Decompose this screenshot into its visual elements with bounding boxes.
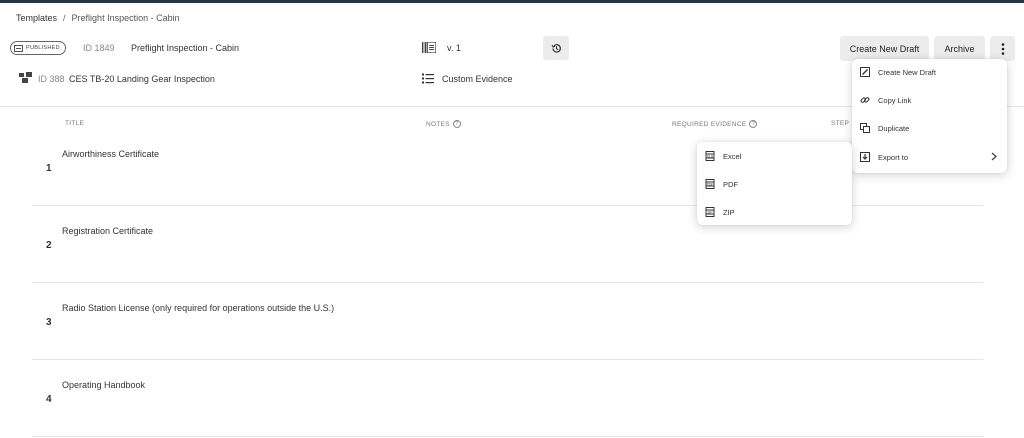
breadcrumb-current: Preflight Inspection - Cabin (71, 13, 180, 23)
help-icon[interactable]: ? (749, 120, 758, 128)
column-header-notes-label: NOTES (426, 120, 450, 128)
duplicate-icon (860, 123, 870, 133)
more-vertical-icon (1001, 42, 1004, 55)
table-row[interactable]: 4 Operating Handbook (32, 360, 983, 437)
column-header-title-label: TITLE (65, 120, 85, 127)
menu-item-pdf[interactable]: PDF PDF (697, 171, 852, 197)
history-icon (551, 43, 561, 53)
menu-item-label: PDF (723, 179, 738, 189)
excel-file-icon: XLS (705, 151, 715, 161)
svg-text:XLS: XLS (707, 154, 714, 158)
template-name: Preflight Inspection - Cabin (131, 43, 240, 53)
version-label: v. 1 (447, 43, 461, 53)
more-options-menu: Create New Draft Copy Link Duplicate Exp… (852, 59, 1007, 173)
edit-icon (860, 67, 870, 77)
list-icon (422, 73, 434, 84)
breadcrumb: Templates / Preflight Inspection - Cabin (16, 13, 180, 23)
template-id: ID 1849 (83, 43, 115, 53)
aircraft-name[interactable]: CES TB-20 Landing Gear Inspection (69, 74, 215, 84)
menu-item-zip[interactable]: ZIP ZIP (697, 199, 852, 225)
column-header-required-evidence-label: REQUIRED EVIDENCE (672, 120, 747, 128)
breadcrumb-separator: / (63, 13, 66, 23)
history-button[interactable] (543, 36, 569, 60)
menu-item-create-draft[interactable]: Create New Draft (852, 59, 1007, 85)
menu-item-label: Copy Link (878, 95, 912, 105)
help-icon[interactable]: ? (452, 120, 461, 128)
menu-item-label: Duplicate (878, 123, 910, 133)
column-header-step-label: STEP (831, 120, 850, 127)
aircraft-icon (19, 72, 32, 83)
menu-item-copy-link[interactable]: Copy Link (852, 87, 1007, 113)
menu-item-duplicate[interactable]: Duplicate (852, 115, 1007, 141)
column-header-notes: NOTES ? (426, 120, 461, 128)
row-title: Registration Certificate (62, 226, 154, 236)
zip-file-icon: ZIP (705, 207, 715, 217)
top-bar (0, 0, 1024, 3)
column-header-required-evidence: REQUIRED EVIDENCE ? (672, 120, 758, 128)
menu-item-label: Export to (878, 152, 909, 162)
row-title: Operating Handbook (62, 380, 146, 390)
column-header-step: STEP (831, 120, 849, 127)
row-number: 4 (46, 394, 52, 405)
archive-button[interactable]: Archive (934, 36, 985, 61)
menu-item-export-to[interactable]: Export to (852, 144, 1007, 170)
status-badge: PUBLISHED (10, 41, 66, 55)
row-title: Airworthiness Certificate (62, 149, 160, 159)
menu-item-label: Excel (723, 151, 742, 161)
export-submenu: XLS Excel PDF PDF ZIP ZIP (697, 142, 852, 225)
menu-item-label: ZIP (723, 207, 735, 217)
link-icon (860, 95, 870, 105)
evidence-label: Custom Evidence (442, 74, 513, 84)
row-title: Radio Station License (only required for… (62, 303, 335, 313)
svg-text:ZIP: ZIP (707, 210, 713, 214)
export-icon (860, 152, 870, 162)
row-number: 3 (46, 317, 52, 328)
table-row[interactable]: 3 Radio Station License (only required f… (32, 283, 983, 360)
row-number: 1 (46, 163, 52, 174)
pdf-file-icon: PDF (705, 179, 715, 189)
row-number: 2 (46, 240, 52, 251)
menu-item-label: Create New Draft (878, 67, 936, 77)
column-header-title: TITLE (65, 120, 84, 127)
published-icon (14, 44, 23, 52)
breadcrumb-templates-link[interactable]: Templates (16, 13, 57, 23)
chevron-right-icon (991, 152, 997, 161)
aircraft-id: ID 388 (38, 74, 65, 84)
status-badge-label: PUBLISHED (26, 45, 60, 51)
menu-item-excel[interactable]: XLS Excel (697, 143, 852, 169)
create-draft-button[interactable]: Create New Draft (840, 36, 929, 61)
version-icon (422, 42, 436, 53)
more-options-button[interactable] (990, 36, 1015, 61)
svg-text:PDF: PDF (707, 182, 714, 186)
